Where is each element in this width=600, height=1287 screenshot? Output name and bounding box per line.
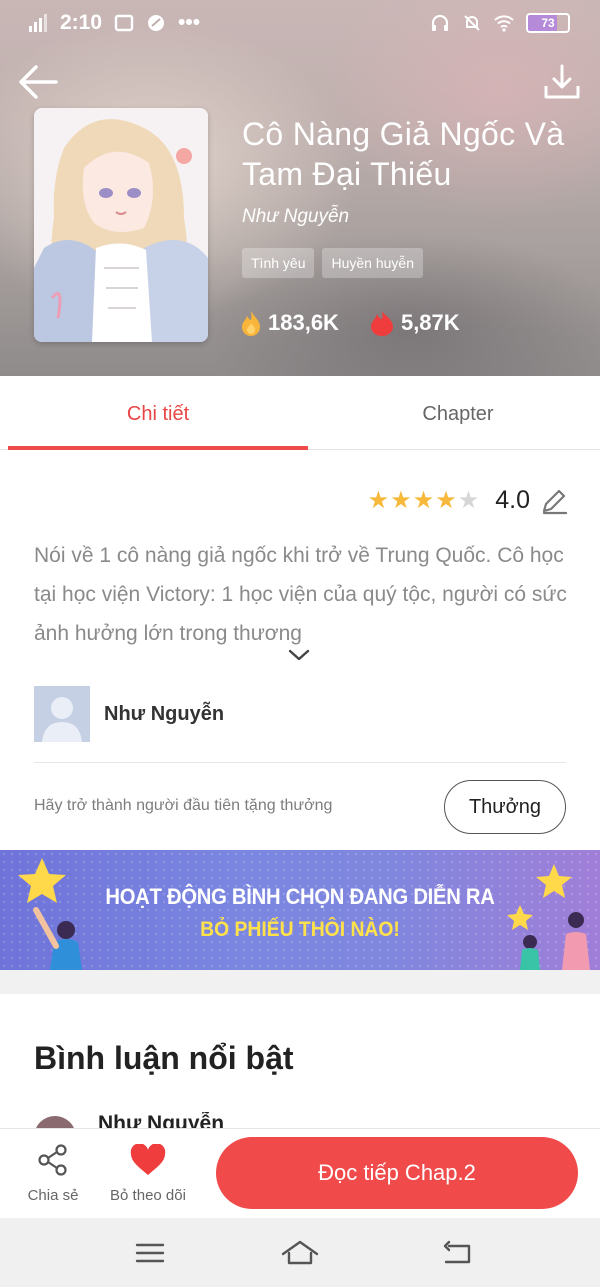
wifi-icon: [494, 15, 514, 32]
rating-stars: ★ ★ ★ ★ ★: [368, 487, 480, 515]
book-title: Cô Nàng Giả Ngốc Và Tam Đại Thiếu: [242, 116, 565, 192]
download-icon[interactable]: [542, 62, 582, 102]
book-author[interactable]: Như Nguyễn: [242, 206, 349, 228]
banner-subtitle: BỎ PHIẾU THÔI NÀO!: [200, 918, 400, 941]
avatar[interactable]: [34, 686, 90, 742]
home-icon[interactable]: [280, 1236, 320, 1270]
comments-heading: Bình luận nổi bật: [34, 1040, 294, 1076]
status-bar: 2:10 ••• 73: [0, 0, 600, 46]
divider: [34, 762, 566, 763]
headphones-icon: [431, 14, 449, 31]
mute-bell-icon: [464, 15, 480, 31]
bottom-action-bar: Chia sẻ Bỏ theo dõi Đọc tiếp Chap.2: [0, 1128, 600, 1218]
reward-prompt: Hãy trở thành người đầu tiên tặng thưởng: [34, 797, 333, 814]
section-separator: [0, 970, 600, 994]
star-icon: ★: [367, 486, 390, 514]
views-count: 183,6K: [268, 310, 339, 335]
battery-indicator: 73: [526, 13, 570, 33]
reward-button[interactable]: Thưởng: [444, 780, 566, 834]
app-icon: [148, 15, 165, 31]
status-more: •••: [178, 11, 201, 34]
likes-count: 5,87K: [400, 310, 460, 335]
chevron-down-icon[interactable]: [286, 645, 312, 665]
star-icon: ★: [390, 486, 412, 514]
author-name: Như Nguyễn: [104, 702, 225, 725]
author-card[interactable]: Như Nguyễn: [34, 686, 224, 742]
arrow-left-icon[interactable]: [16, 60, 60, 104]
genre-tag[interactable]: Tình yêu: [242, 248, 315, 278]
cover-illustration: [34, 108, 208, 342]
book-description: Nói về 1 cô nàng giả ngốc khi trở về Tru…: [34, 544, 567, 645]
unfollow-button[interactable]: Bỏ theo dõi: [102, 1141, 194, 1204]
book-header: 2:10 ••• 73 Cô Nàng Giả Ngốc Và Tam Đại …: [0, 0, 600, 376]
star-icon: ★: [412, 486, 435, 514]
heart-icon: [130, 1144, 166, 1175]
banner-title: HOẠT ĐỘNG BÌNH CHỌN ĐANG DIỄN RA: [105, 884, 495, 909]
menu-icon[interactable]: [133, 1236, 167, 1270]
views-stat: 183,6K: [240, 310, 339, 336]
system-navigation-bar: [0, 1218, 600, 1287]
star-icon: ★: [457, 486, 480, 514]
active-tab-indicator: [8, 446, 308, 450]
notification-icon: [114, 14, 134, 32]
book-stats: 183,6K 5,87K: [240, 310, 460, 336]
share-icon: [38, 1144, 67, 1176]
default-avatar-icon: [34, 686, 90, 742]
fire-icon: [242, 311, 260, 336]
back-icon[interactable]: [440, 1236, 474, 1270]
share-label: Chia sẻ: [27, 1187, 79, 1204]
tab-detail[interactable]: Chi tiết: [8, 376, 308, 450]
share-button[interactable]: Chia sẻ: [18, 1141, 88, 1204]
pencil-icon[interactable]: [540, 487, 568, 515]
tab-chapter[interactable]: Chapter: [308, 376, 600, 450]
rating-value: 4.0: [495, 486, 530, 514]
banner-decoration: [18, 858, 590, 970]
continue-reading-button[interactable]: Đọc tiếp Chap.2: [216, 1137, 578, 1209]
avatar[interactable]: [34, 1116, 76, 1128]
flame-icon: [370, 311, 393, 336]
genre-tags: Tình yêu Huyền huyễn: [242, 248, 423, 278]
genre-tag[interactable]: Huyền huyễn: [322, 248, 423, 278]
book-cover[interactable]: [34, 108, 208, 342]
vote-banner[interactable]: HOẠT ĐỘNG BÌNH CHỌN ĐANG DIỄN RA BỎ PHIẾ…: [0, 850, 600, 970]
likes-stat: 5,87K: [369, 310, 460, 336]
comment-item[interactable]: Như Nguyễn: [34, 1112, 574, 1128]
tab-bar: Chi tiết Chapter: [0, 376, 600, 450]
unfollow-label: Bỏ theo dõi: [110, 1187, 186, 1204]
status-time: 2:10: [60, 11, 103, 34]
rating-row: ★ ★ ★ ★ ★ 4.0: [368, 486, 568, 515]
star-icon: ★: [435, 486, 457, 514]
comment-author: Như Nguyễn: [98, 1112, 225, 1128]
signal-icon: [29, 14, 47, 32]
